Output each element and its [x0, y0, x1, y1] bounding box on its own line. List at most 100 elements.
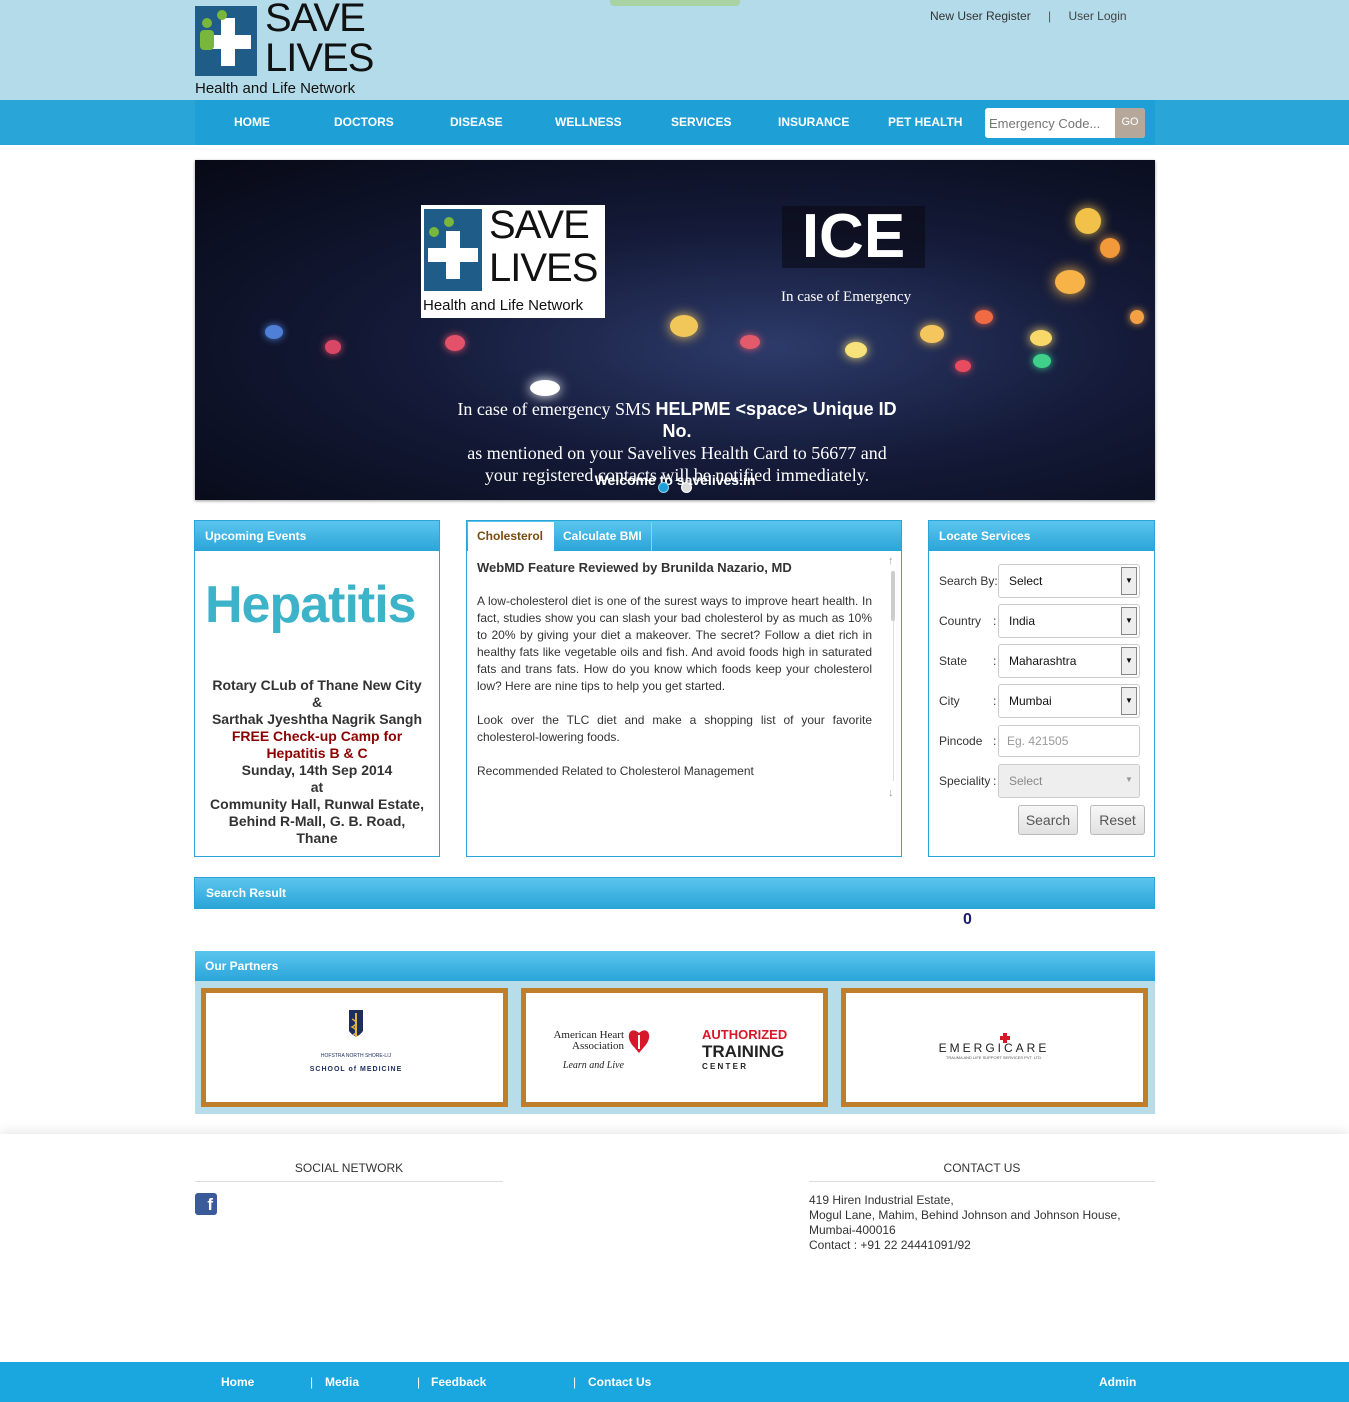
- search-result-title: Search Result: [194, 877, 1155, 909]
- search-by-select[interactable]: Select ▼: [998, 564, 1140, 598]
- main-nav: HOME DOCTORS DISEASE WELLNESS SERVICES I…: [0, 100, 1349, 145]
- login-link[interactable]: User Login: [1069, 9, 1127, 23]
- banner-caption: Welcome to savelives.in: [594, 472, 756, 488]
- partner-aha[interactable]: American Heart Association Learn and Liv…: [521, 988, 828, 1107]
- article-related-link[interactable]: Recommended Related to Cholesterol Manag…: [477, 763, 872, 780]
- scrollbar-thumb[interactable]: [891, 571, 895, 621]
- country-select[interactable]: India ▼: [998, 604, 1140, 638]
- emergicare-logo-icon: EMERGICARE TRAUMA AND LIFE SUPPORT SERVI…: [939, 1033, 1050, 1060]
- event-line: at: [310, 779, 324, 795]
- aha-center: C E N T E R: [702, 1062, 746, 1071]
- event-line: Sarthak Jyeshtha Nagrik Sangh: [211, 711, 423, 727]
- country-label: Country: [939, 614, 982, 628]
- partner-hofstra[interactable]: HOFSTRA NORTH SHORE-LIJ SCHOOL of MEDICI…: [201, 988, 508, 1107]
- dropdown-arrow-icon: ▼: [1121, 567, 1137, 595]
- article-scrollbar[interactable]: ↑ ↓: [888, 555, 898, 799]
- slide-dot-active[interactable]: [658, 482, 669, 493]
- site-logo[interactable]: SAVE LIVES Health and Life Network: [195, 0, 385, 98]
- speciality-select[interactable]: Select ▼: [998, 764, 1140, 798]
- emergency-go-button[interactable]: GO: [1115, 108, 1145, 138]
- scroll-up-arrow-icon[interactable]: ↑: [888, 555, 894, 567]
- speciality-value: Select: [1009, 774, 1043, 788]
- state-label: State: [939, 654, 968, 668]
- dropdown-arrow-icon: ▼: [1121, 607, 1137, 635]
- nav-doctors[interactable]: DOCTORS: [334, 115, 394, 129]
- nav-services[interactable]: SERVICES: [671, 115, 731, 129]
- logo-word-save: SAVE: [265, 0, 366, 40]
- search-result-count: 0: [963, 911, 972, 928]
- nav-home[interactable]: HOME: [234, 115, 270, 129]
- pincode-label: Pincode: [939, 734, 983, 748]
- banner-logo: SAVE LIVES Health and Life Network: [421, 204, 605, 318]
- slide-dot[interactable]: [681, 482, 692, 493]
- health-info-panel: Cholesterol Calculate BMI WebMD Feature …: [466, 520, 902, 857]
- contact-address: 419 Hiren Industrial Estate, Mogul Lane,…: [809, 1193, 1121, 1253]
- footer-link-contact[interactable]: Contact Us: [588, 1375, 651, 1389]
- bokeh-light: [265, 325, 283, 339]
- state-value: Maharashtra: [1009, 654, 1077, 668]
- contact-phone: Contact : +91 22 24441091/92: [809, 1238, 971, 1252]
- upcoming-events-title: Upcoming Events: [195, 521, 439, 551]
- bokeh-light: [955, 360, 971, 372]
- emergency-code-search: GO: [985, 108, 1145, 138]
- hepatitis-image: Hepatitis: [205, 576, 417, 634]
- bokeh-light: [740, 335, 760, 349]
- partners-section: Our Partners HOFSTRA NORTH SHORE-LIJ SCH…: [195, 951, 1155, 1114]
- country-colon: :: [993, 614, 997, 628]
- bokeh-light: [325, 340, 341, 354]
- event-details: Rotary CLub of Thane New City & Sarthak …: [195, 677, 439, 847]
- city-label: City: [939, 694, 960, 708]
- address-line: Mogul Lane, Mahim, Behind Johnson and Jo…: [809, 1208, 1121, 1222]
- nav-disease[interactable]: DISEASE: [450, 115, 503, 129]
- account-links: New User Register | User Login: [930, 9, 1127, 23]
- locate-reset-button[interactable]: Reset: [1090, 805, 1145, 835]
- event-venue: Thane: [296, 830, 338, 846]
- sms-keyword: HELPME <space> Unique ID No.: [655, 399, 897, 441]
- aha-training: TRAINING: [702, 1042, 784, 1061]
- partner-emergicare[interactable]: EMERGICARE TRAUMA AND LIFE SUPPORT SERVI…: [841, 988, 1148, 1107]
- speciality-colon: :: [993, 774, 997, 788]
- bokeh-light: [670, 315, 698, 337]
- event-highlight: FREE Check-up Camp for: [231, 728, 403, 744]
- scroll-down-arrow-icon[interactable]: ↓: [888, 787, 894, 799]
- pincode-input[interactable]: Eg. 421505: [998, 725, 1140, 757]
- footer-link-home[interactable]: Home: [221, 1375, 254, 1389]
- tab-cholesterol[interactable]: Cholesterol: [468, 522, 554, 551]
- nav-wellness[interactable]: WELLNESS: [555, 115, 622, 129]
- facebook-icon[interactable]: f: [195, 1193, 217, 1215]
- emergicare-name: EMERGICARE: [939, 1041, 1050, 1055]
- hofstra-small-text: HOFSTRA NORTH SHORE-LIJ: [321, 1053, 392, 1059]
- hofstra-main-text: SCHOOL of MEDICINE: [310, 1066, 403, 1073]
- bokeh-light: [1130, 310, 1144, 324]
- emergicare-sub: TRAUMA AND LIFE SUPPORT SERVICES PVT. LT…: [946, 1055, 1042, 1060]
- tab-calculate-bmi[interactable]: Calculate BMI: [554, 522, 652, 551]
- nav-pet-health[interactable]: PET HEALTH: [888, 115, 962, 129]
- footer-separator: |: [573, 1375, 577, 1389]
- contact-us-title: CONTACT US: [809, 1161, 1155, 1182]
- bokeh-light: [1033, 354, 1051, 368]
- sms-line2: as mentioned on your Savelives Health Ca…: [467, 443, 887, 463]
- hero-slider: SAVE LIVES Health and Life Network ICE I…: [195, 160, 1155, 500]
- footer-link-admin[interactable]: Admin: [1099, 1375, 1136, 1389]
- health-tabs: Cholesterol Calculate BMI: [467, 521, 901, 551]
- bokeh-light: [1055, 270, 1085, 294]
- event-line: &: [311, 694, 323, 710]
- bokeh-light: [1075, 208, 1101, 234]
- locate-services-panel: Locate Services Search By: Select ▼ Count…: [928, 520, 1155, 857]
- city-select[interactable]: Mumbai ▼: [998, 684, 1140, 718]
- emergency-code-input[interactable]: [989, 113, 1109, 133]
- city-value: Mumbai: [1009, 694, 1052, 708]
- footer-link-media[interactable]: Media: [325, 1375, 359, 1389]
- link-separator: |: [1048, 9, 1052, 23]
- state-colon: :: [993, 654, 997, 668]
- state-select[interactable]: Maharashtra ▼: [998, 644, 1140, 678]
- aha-org-line2: Association: [572, 1040, 624, 1052]
- banner-logo-tagline: Health and Life Network: [423, 297, 584, 314]
- city-colon: :: [993, 694, 997, 708]
- locate-search-button[interactable]: Search: [1018, 805, 1078, 835]
- register-link[interactable]: New User Register: [930, 9, 1031, 23]
- nav-insurance[interactable]: INSURANCE: [778, 115, 849, 129]
- country-value: India: [1009, 614, 1036, 628]
- footer-link-feedback[interactable]: Feedback: [431, 1375, 486, 1389]
- speciality-label: Speciality: [939, 774, 991, 788]
